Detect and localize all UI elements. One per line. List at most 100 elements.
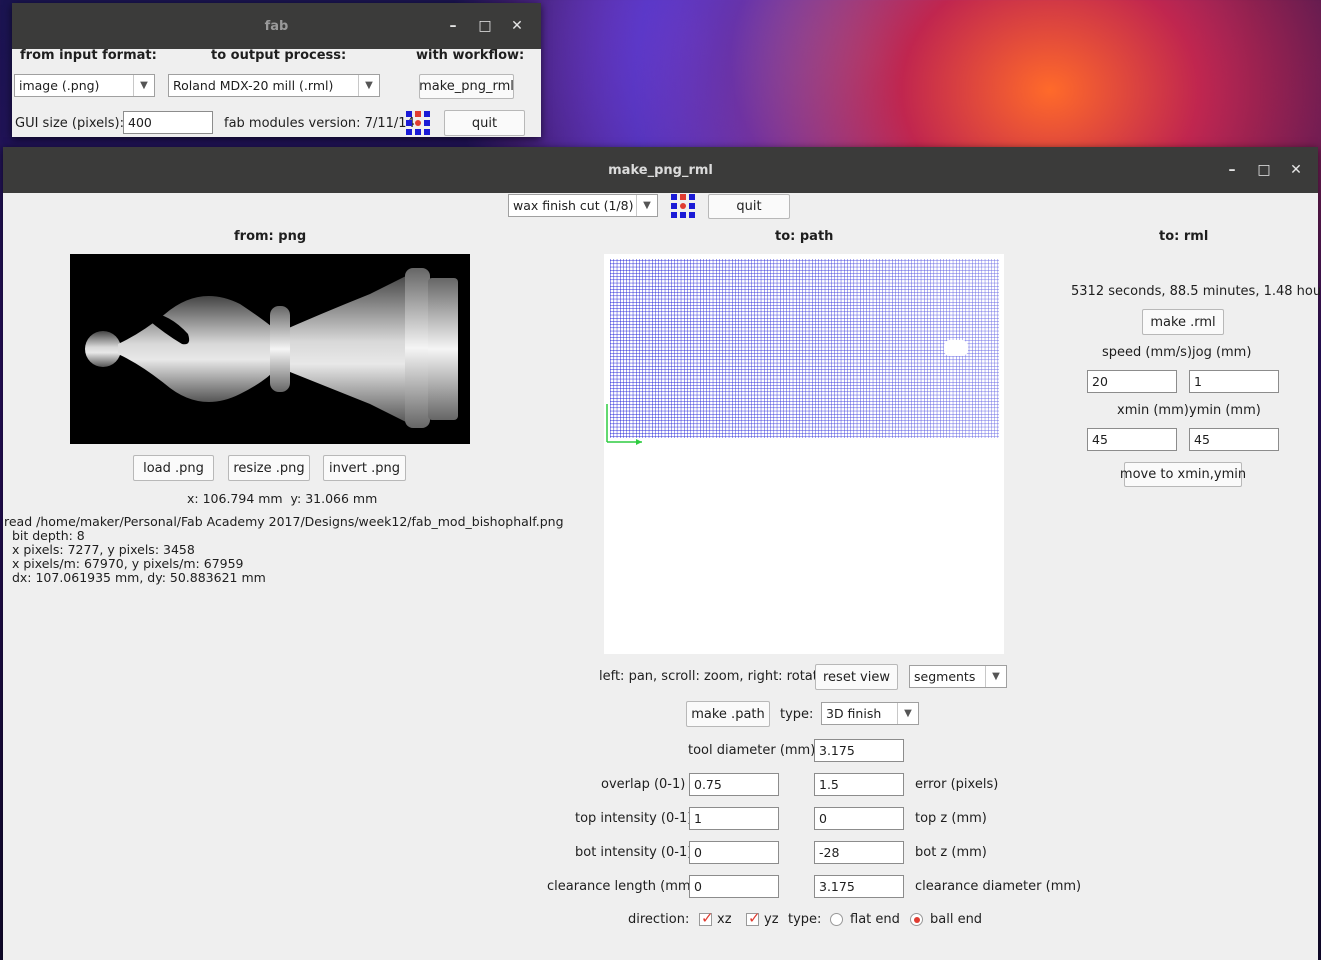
error-label: error (pixels) [915,777,999,792]
main-quit-button[interactable]: quit [708,194,790,219]
process-select[interactable]: wax finish cut (1/8) ▼ [508,194,658,217]
ball-end-label: ball end [930,912,983,927]
top-z-field[interactable] [814,807,904,830]
fab-window-title: fab [264,18,289,34]
dir-xz-label: xz [717,912,732,927]
move-to-xmin-ymin-button[interactable]: move to xmin,ymin [1120,462,1246,487]
bishop-heightmap [85,268,458,428]
input-format-value: image (.png) [19,78,100,93]
close-icon[interactable]: ✕ [1280,162,1312,178]
top-intensity-field[interactable] [689,807,779,830]
minimize-icon[interactable]: – [1216,162,1248,178]
bot-intensity-label: bot intensity (0-1) [575,845,693,860]
clearance-diameter-label: clearance diameter (mm) [915,879,1082,894]
clearance-length-label: clearance length (mm) [547,879,696,894]
to-rml-header: to: rml [1159,229,1209,244]
top-intensity-label: top intensity (0-1) [575,811,693,826]
tool-diameter-label: tool diameter (mm) [688,743,816,758]
speed-label: speed (mm/s) [1102,345,1193,360]
bot-intensity-field[interactable] [689,841,779,864]
gui-size-label: GUI size (pixels): [15,116,124,131]
workflow-label: with workflow: [416,48,525,63]
time-estimate: 5312 seconds, 88.5 minutes, 1.48 hours [1071,284,1321,299]
output-process-value: Roland MDX-20 mill (.rml) [173,78,334,93]
chevron-down-icon: ▼ [358,75,379,96]
file-info-line: read /home/maker/Personal/Fab Academy 20… [4,514,564,529]
clearance-length-field[interactable] [689,875,779,898]
x-axis-arrow [636,439,642,445]
version-label: fab modules version: 7/11/14 [224,116,415,131]
load-png-button[interactable]: load .png [133,455,214,481]
speed-field[interactable] [1087,370,1177,393]
jog-label: jog (mm) [1192,345,1252,360]
minimize-icon[interactable]: – [437,18,469,34]
from-png-header: from: png [234,229,307,244]
to-process-label: to output process: [211,48,347,63]
chevron-down-icon: ▼ [636,195,657,216]
flat-end-label: flat end [850,912,900,927]
maximize-icon[interactable]: □ [469,18,501,34]
clearance-diameter-field[interactable] [814,875,904,898]
checkmark-icon: ✓ [701,909,714,927]
dir-yz-label: yz [764,912,779,927]
workflow-button[interactable]: make_png_rml [419,74,514,99]
jog-field[interactable] [1189,370,1279,393]
gui-size-field[interactable] [123,111,213,134]
close-icon[interactable]: ✕ [501,18,533,34]
file-info-line: dx: 107.061935 mm, dy: 50.883621 mm [4,570,266,585]
file-info-line: x pixels: 7277, y pixels: 3458 [4,542,195,557]
view-hint: left: pan, scroll: zoom, right: rotate [599,669,826,684]
cursor-coords: x: 106.794 mm y: 31.066 mm [187,491,378,506]
resize-png-button[interactable]: resize .png [228,455,310,481]
make-rml-button[interactable]: make .rml [1142,309,1224,335]
overlap-field[interactable] [689,773,779,796]
dir-yz-checkbox[interactable]: ✓ [746,909,761,927]
fab-titlebar[interactable]: fab – □ ✕ [12,3,541,49]
direction-label: direction: [628,912,690,927]
output-process-select[interactable]: Roland MDX-20 mill (.rml) ▼ [168,74,380,97]
xmin-field[interactable] [1087,428,1177,451]
file-info-line: bit depth: 8 [4,528,85,543]
bot-z-field[interactable] [814,841,904,864]
view-mode-value: segments [914,669,976,684]
chevron-down-icon: ▼ [985,666,1006,687]
file-info: read /home/maker/Personal/Fab Academy 20… [4,515,564,585]
input-format-select[interactable]: image (.png) ▼ [14,74,155,97]
png-preview-image[interactable] [70,254,470,444]
invert-png-button[interactable]: invert .png [323,455,406,481]
radio-selected-dot [913,916,920,923]
overlap-label: overlap (0-1) [601,777,686,792]
maximize-icon[interactable]: □ [1248,162,1280,178]
fab-window: fab – □ ✕ from input format: to output p… [12,3,541,137]
view-mode-select[interactable]: segments ▼ [909,665,1007,688]
reset-view-button[interactable]: reset view [815,664,898,690]
tool-diameter-field[interactable] [814,739,904,762]
path-type-select[interactable]: 3D finish ▼ [821,702,919,725]
ymin-label: ymin (mm) [1189,403,1261,418]
toolpath-canvas [606,259,999,445]
ball-end-radio[interactable] [910,913,923,926]
chevron-down-icon: ▼ [897,703,918,724]
from-format-label: from input format: [20,48,157,63]
flat-end-radio[interactable] [830,913,843,926]
file-info-line: x pixels/m: 67970, y pixels/m: 67959 [4,556,244,571]
main-window-title: make_png_rml [608,162,713,178]
dir-xz-checkbox[interactable]: ✓ [699,909,714,927]
ymin-field[interactable] [1189,428,1279,451]
make-path-button[interactable]: make .path [686,701,770,727]
process-select-value: wax finish cut (1/8) [513,198,634,213]
top-z-label: top z (mm) [915,811,987,826]
bot-z-label: bot z (mm) [915,845,987,860]
xmin-label: xmin (mm) [1117,403,1189,418]
path-viewport[interactable] [604,254,1004,654]
fab-logo-icon [671,194,695,218]
main-titlebar[interactable]: make_png_rml – □ ✕ [3,147,1318,193]
chevron-down-icon: ▼ [133,75,154,96]
error-field[interactable] [814,773,904,796]
end-type-label: type: [788,912,822,927]
fab-logo-icon [406,111,430,135]
make-png-rml-window: make_png_rml – □ ✕ wax finish cut (1/8) … [3,147,1321,960]
checkmark-icon: ✓ [748,909,761,927]
fab-quit-button[interactable]: quit [444,110,525,136]
path-type-value: 3D finish [826,706,882,721]
